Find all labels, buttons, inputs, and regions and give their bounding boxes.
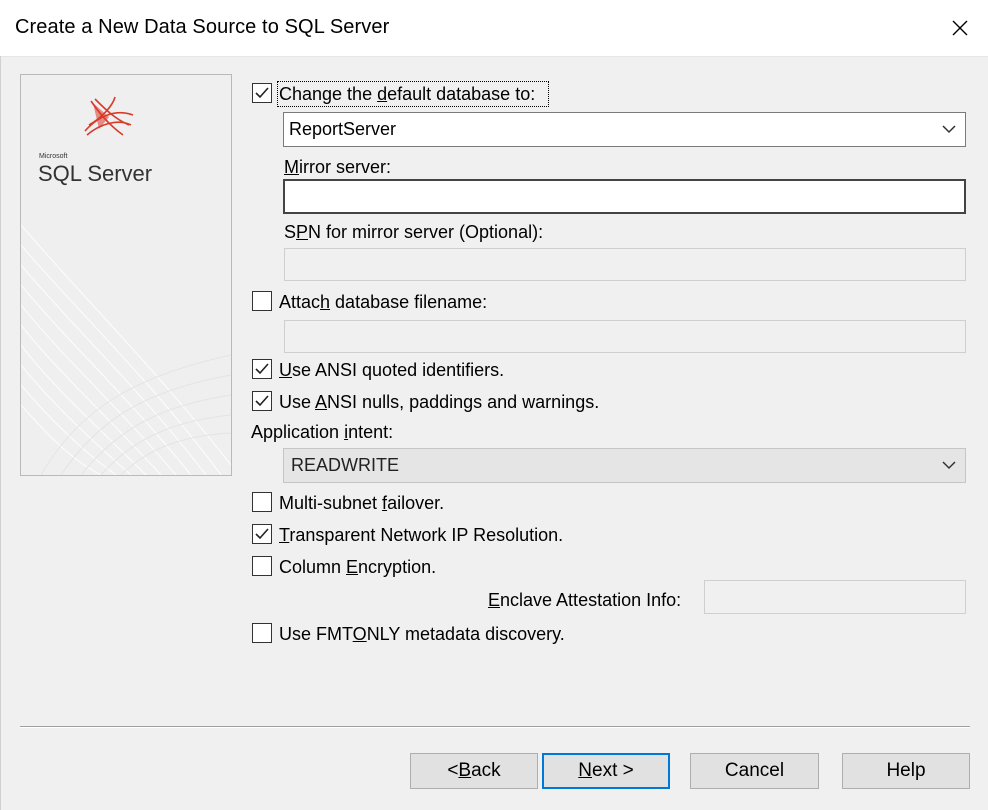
tnir-label[interactable]: Transparent Network IP Resolution. [279, 524, 563, 546]
sql-server-banner: Microsoft SQL Server [20, 74, 232, 476]
tnir-checkbox[interactable] [252, 524, 272, 544]
cancel-button[interactable]: Cancel [690, 753, 819, 789]
app-intent-combo[interactable]: READWRITE [283, 448, 966, 483]
mirror-server-label: Mirror server: [284, 157, 392, 177]
back-button[interactable]: < Back [410, 753, 538, 789]
default-database-combo[interactable]: ReportServer [283, 112, 966, 147]
check-icon [255, 528, 269, 540]
attach-db-label[interactable]: Attach database filename: [279, 291, 487, 313]
window-frame [0, 56, 1, 810]
ansi-nulls-checkbox[interactable] [252, 391, 272, 411]
ansi-quoted-label[interactable]: Use ANSI quoted identifiers. [279, 359, 504, 381]
check-icon [255, 87, 269, 99]
check-icon [255, 363, 269, 375]
button-separator [20, 726, 970, 728]
column-encryption-checkbox[interactable] [252, 556, 272, 576]
change-default-db-label[interactable]: Change the default database to: [279, 83, 535, 105]
check-icon [255, 395, 269, 407]
change-default-db-checkbox[interactable] [252, 83, 272, 103]
close-icon [952, 20, 968, 36]
banner-brand: SQL Server [38, 161, 153, 186]
chevron-down-icon [942, 125, 956, 134]
next-button[interactable]: Next > [542, 753, 670, 789]
title-bar: Create a New Data Source to SQL Server [0, 0, 988, 57]
enclave-input[interactable] [704, 580, 966, 614]
attach-db-input[interactable] [284, 320, 966, 353]
column-encryption-label[interactable]: Column Encryption. [279, 556, 436, 578]
fmtonly-checkbox[interactable] [252, 623, 272, 643]
mirror-server-input[interactable] [283, 179, 966, 214]
sql-server-logo-icon [84, 96, 134, 136]
window-title: Create a New Data Source to SQL Server [15, 16, 390, 38]
help-button[interactable]: Help [842, 753, 970, 789]
ansi-quoted-checkbox[interactable] [252, 359, 272, 379]
app-intent-value: READWRITE [291, 455, 399, 475]
close-button[interactable] [944, 12, 976, 44]
banner-brand-small: Microsoft [39, 153, 68, 160]
fmtonly-label[interactable]: Use FMTONLY metadata discovery. [279, 623, 565, 645]
app-intent-label: Application intent: [251, 422, 394, 442]
attach-db-checkbox[interactable] [252, 291, 272, 311]
multi-subnet-label[interactable]: Multi-subnet failover. [279, 492, 444, 514]
default-database-value: ReportServer [289, 119, 397, 139]
ansi-nulls-label[interactable]: Use ANSI nulls, paddings and warnings. [279, 391, 599, 413]
spn-mirror-input[interactable] [284, 248, 966, 281]
enclave-label: Enclave Attestation Info: [488, 590, 682, 610]
chevron-down-icon [942, 461, 956, 470]
spn-mirror-label: SPN for mirror server (Optional): [284, 222, 544, 242]
multi-subnet-checkbox[interactable] [252, 492, 272, 512]
